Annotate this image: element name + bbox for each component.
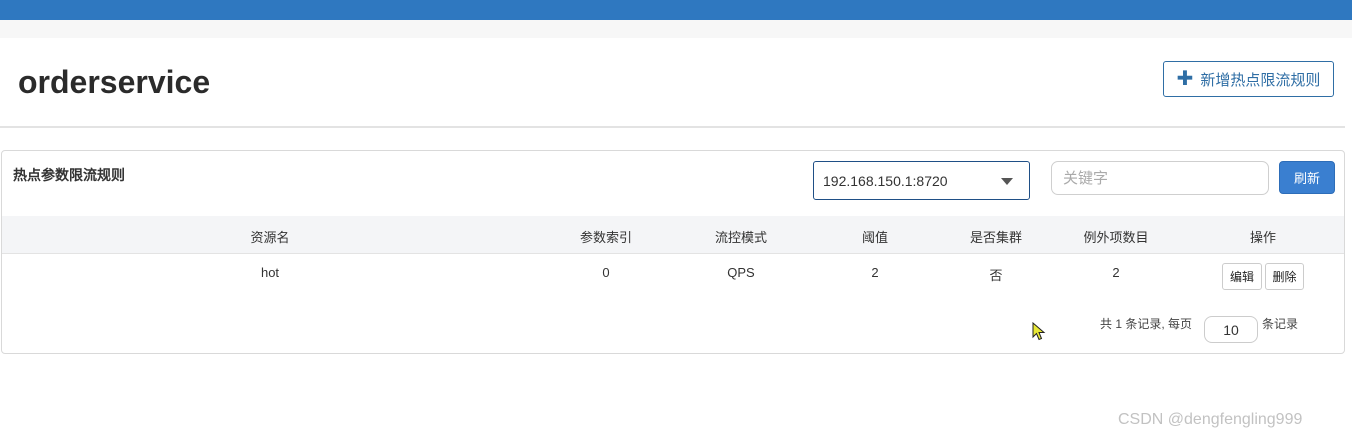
edit-button[interactable]: 编辑 [1222,263,1262,290]
add-rule-label: 新增热点限流规则 [1200,71,1321,89]
machine-select-value: 192.168.150.1:8720 [823,172,948,189]
cell-threshold: 2 [871,265,879,280]
top-navbar [0,0,1352,20]
cell-exception-count: 2 [1112,265,1120,280]
keyword-search-input[interactable] [1051,161,1269,195]
watermark: CSDN @dengfengling999 [1118,411,1303,428]
pagination-suffix: 条记录 [1262,317,1299,331]
column-header-exception-count: 例外项数目 [1083,230,1149,245]
column-header-actions: 操作 [1249,230,1277,245]
refresh-button[interactable]: 刷新 [1279,161,1335,194]
rules-panel: 热点参数限流规则 192.168.150.1:8720 刷新 资源名 参数索引 … [1,150,1345,354]
delete-button[interactable]: 删除 [1265,263,1304,290]
caret-down-icon [1001,178,1013,185]
table-row: hot 0 QPS 2 否 2 编辑 删除 [2,254,1344,296]
column-header-resource: 资源名 [250,230,290,245]
page-size-input[interactable] [1204,316,1258,343]
pagination-summary: 共 1 条记录, 每页 [1100,317,1193,331]
table-header: 资源名 参数索引 流控模式 阈值 是否集群 例外项数目 操作 [2,216,1344,254]
cell-resource: hot [260,265,280,280]
machine-select[interactable]: 192.168.150.1:8720 [813,161,1030,200]
cell-cluster: 否 [989,268,1003,283]
page-title: orderservice [18,64,211,100]
panel-title: 热点参数限流规则 [13,167,125,183]
header-divider [0,126,1345,128]
mouse-pointer-icon [1032,322,1046,341]
column-header-threshold: 阈值 [861,230,889,245]
plus-icon: ✚ [1176,68,1194,90]
column-header-param-index: 参数索引 [579,230,633,245]
add-hot-param-rule-button[interactable]: ✚ 新增热点限流规则 [1163,61,1334,97]
column-header-mode: 流控模式 [714,230,768,245]
column-header-cluster: 是否集群 [969,230,1023,245]
cell-mode: QPS [727,265,755,280]
sub-header-bar [0,20,1352,38]
cell-param-index: 0 [602,265,610,280]
